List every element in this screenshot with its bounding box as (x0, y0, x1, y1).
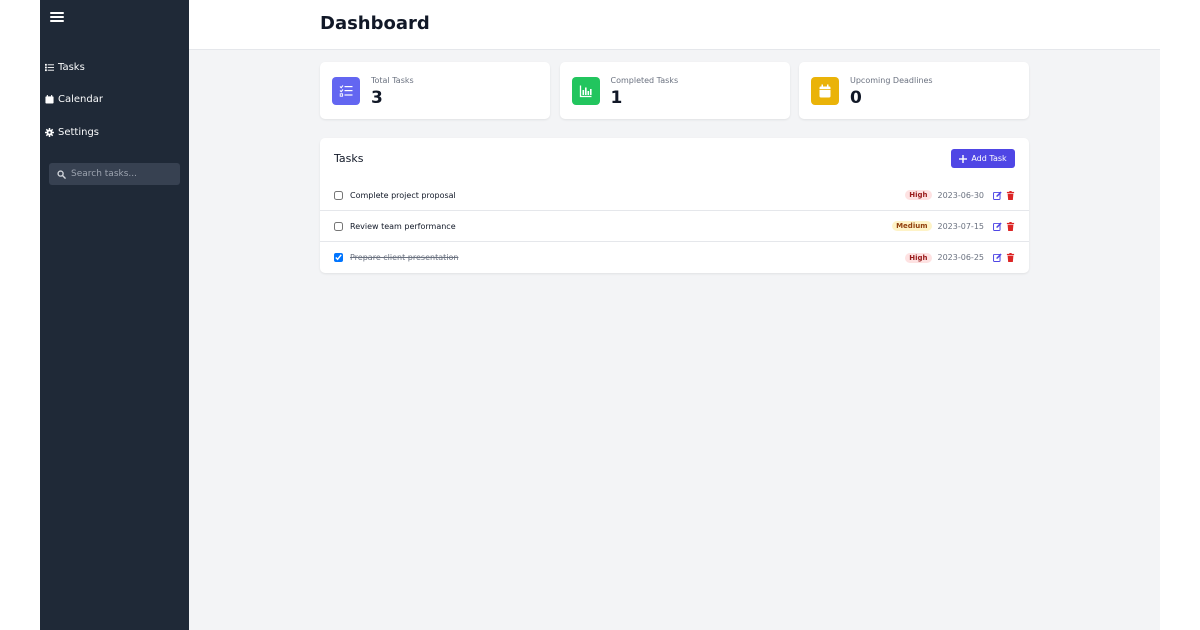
trash-icon[interactable] (1006, 190, 1015, 200)
sidebar-item-label: Calendar (58, 94, 103, 105)
stat-icon-badge (811, 77, 839, 105)
page-title: Dashboard (320, 13, 430, 34)
main-content: Dashboard Total Tasks 3 Completed Tasks … (189, 0, 1160, 630)
task-list: Complete project proposal High 2023-06-3… (320, 180, 1029, 273)
stat-icon-badge (332, 77, 360, 105)
task-row: Review team performance Medium 2023-07-1… (320, 211, 1029, 242)
edit-icon[interactable] (993, 191, 1002, 200)
sidebar-item-label: Tasks (58, 61, 85, 73)
gear-icon (45, 127, 54, 137)
stat-value: 1 (610, 88, 623, 108)
trash-icon[interactable] (1006, 253, 1015, 262)
task-due-date: 2023-07-15 (937, 221, 985, 231)
list-check-icon (45, 63, 54, 71)
search-icon (57, 169, 66, 179)
edit-icon[interactable] (993, 222, 1002, 231)
stat-label: Upcoming Deadlines (850, 76, 933, 85)
task-name: Review team performance (350, 221, 456, 231)
priority-badge: Medium (892, 221, 932, 231)
add-task-label: Add Task (971, 154, 1007, 163)
add-task-button[interactable]: Add Task (951, 149, 1015, 168)
app-window: Tasks Calendar Settings Search tasks... … (40, 0, 1160, 630)
priority-badge: High (905, 190, 932, 200)
task-due-date: 2023-06-25 (937, 253, 985, 262)
stat-card-completed-tasks: Completed Tasks 1 (559, 62, 790, 119)
tasks-panel-title: Tasks (334, 152, 364, 165)
menu-toggle-icon[interactable] (50, 10, 64, 24)
stat-icon-badge (571, 77, 600, 105)
calendar-icon (819, 84, 831, 98)
task-meta: Medium 2023-07-15 (892, 221, 1015, 231)
chart-bar-icon (579, 85, 592, 98)
search-box (49, 163, 180, 185)
sidebar-item-calendar[interactable]: Calendar (40, 91, 189, 109)
tasks-panel: Tasks Add Task Complete project proposal… (320, 138, 1029, 273)
task-meta: High 2023-06-25 (905, 252, 1015, 263)
task-name: Complete project proposal (350, 190, 456, 200)
trash-icon[interactable] (1006, 221, 1015, 231)
top-header: Dashboard (189, 0, 1160, 50)
sidebar-item-tasks[interactable]: Tasks (40, 58, 189, 76)
task-row: Complete project proposal High 2023-06-3… (320, 180, 1029, 211)
task-row: Prepare client presentation High 2023-06… (320, 242, 1029, 273)
plus-icon (959, 154, 968, 163)
stats-row: Total Tasks 3 Completed Tasks 1 Upcoming… (320, 62, 1029, 119)
edit-icon[interactable] (993, 253, 1002, 262)
sidebar-item-label: Settings (58, 126, 100, 138)
task-meta: High 2023-06-30 (905, 190, 1015, 200)
priority-badge: High (905, 252, 932, 263)
task-complete-checkbox[interactable] (334, 253, 343, 262)
task-complete-checkbox[interactable] (334, 221, 343, 231)
stat-value: 3 (371, 88, 383, 108)
stat-value: 0 (850, 88, 862, 108)
stat-label: Completed Tasks (610, 76, 679, 85)
search-input[interactable] (71, 169, 171, 179)
sidebar: Tasks Calendar Settings Search tasks... (40, 0, 189, 630)
stat-card-upcoming-deadlines: Upcoming Deadlines 0 (799, 62, 1029, 119)
task-complete-checkbox[interactable] (334, 190, 343, 200)
stat-card-total-tasks: Total Tasks 3 (320, 62, 550, 119)
list-check-icon (339, 85, 353, 97)
calendar-icon (45, 95, 54, 104)
task-name: Prepare client presentation (350, 253, 459, 262)
sidebar-item-settings[interactable]: Settings (40, 123, 189, 141)
stat-label: Total Tasks (371, 76, 414, 85)
task-due-date: 2023-06-30 (937, 190, 985, 200)
sidebar-nav: Tasks Calendar Settings (40, 58, 189, 156)
